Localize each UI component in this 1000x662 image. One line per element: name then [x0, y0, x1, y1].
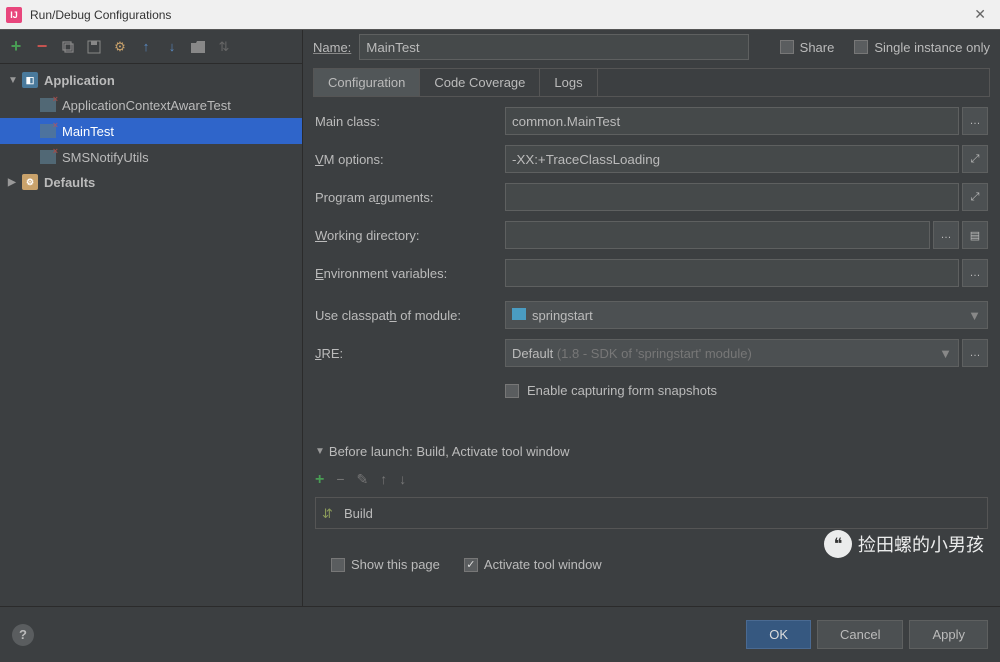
snapshots-label: Enable capturing form snapshots	[527, 383, 717, 398]
window-title: Run/Debug Configurations	[30, 8, 966, 22]
tree-child[interactable]: MainTest	[0, 118, 302, 144]
vm-options-label: VM options:	[315, 152, 505, 167]
move-down-icon[interactable]: ↓	[164, 39, 180, 55]
snapshots-checkbox[interactable]: Enable capturing form snapshots	[315, 377, 988, 404]
expand-arrow-icon: ▼	[8, 75, 22, 86]
expand-button[interactable]: ⤢	[962, 145, 988, 173]
env-vars-label: Environment variables:	[315, 266, 505, 281]
help-button[interactable]: ?	[12, 624, 34, 646]
copy-icon[interactable]	[60, 39, 76, 55]
working-dir-input[interactable]	[505, 221, 930, 249]
tree-child-label: MainTest	[62, 124, 114, 139]
collapse-arrow-icon: ▶	[8, 177, 22, 188]
sort-icon[interactable]: ⇅	[216, 39, 232, 55]
tree-child-label: ApplicationContextAwareTest	[62, 98, 231, 113]
share-checkbox[interactable]: Share	[780, 40, 835, 55]
move-up-icon[interactable]: ↑	[138, 39, 154, 55]
working-dir-label: Working directory:	[315, 228, 505, 243]
show-page-checkbox[interactable]: Show this page	[331, 557, 440, 572]
browse-button[interactable]: …	[933, 221, 959, 249]
expand-button[interactable]: ⤢	[962, 183, 988, 211]
name-label: Name:	[313, 40, 351, 55]
browse-button[interactable]: …	[962, 259, 988, 287]
config-icon	[40, 98, 56, 112]
checkbox-checked-icon: ✓	[464, 558, 478, 572]
browse-button[interactable]: …	[962, 339, 988, 367]
build-icon: ⇵	[322, 506, 336, 520]
add-icon[interactable]: +	[8, 39, 24, 55]
before-launch-toolbar: + − ✎ ↑ ↓	[315, 467, 988, 493]
checkbox-icon	[505, 384, 519, 398]
tree-node-application[interactable]: ▼ ◧ Application	[0, 68, 302, 92]
classpath-label: Use classpath of module:	[315, 308, 505, 323]
before-launch-title: Before launch: Build, Activate tool wind…	[329, 444, 570, 459]
main-panel: Name: Share Single instance only Configu…	[303, 30, 1000, 606]
tree-label: Application	[44, 73, 115, 88]
chevron-down-icon: ▼	[968, 308, 981, 323]
tree-child[interactable]: SMSNotifyUtils	[0, 144, 302, 170]
add-icon[interactable]: +	[315, 471, 324, 489]
main-class-input[interactable]	[505, 107, 959, 135]
single-instance-checkbox[interactable]: Single instance only	[854, 40, 990, 55]
checkbox-icon	[780, 40, 794, 54]
list-button[interactable]: ▤	[962, 221, 988, 249]
single-instance-label: Single instance only	[874, 40, 990, 55]
checkbox-icon	[331, 558, 345, 572]
config-icon	[40, 124, 56, 138]
config-form: Main class: … VM options: ⤢ Program argu…	[313, 97, 990, 582]
env-vars-input[interactable]	[505, 259, 959, 287]
tab-configuration[interactable]: Configuration	[314, 69, 420, 96]
program-args-label: Program arguments:	[315, 190, 505, 205]
sidebar: + − ⚙ ↑ ↓ ⇅ ▼ ◧ Application ApplicationC…	[0, 30, 303, 606]
footer: ? OK Cancel Apply	[0, 606, 1000, 662]
application-icon: ◧	[22, 72, 38, 88]
wrench-icon[interactable]: ⚙	[112, 39, 128, 55]
browse-button[interactable]: …	[962, 107, 988, 135]
activate-window-checkbox[interactable]: ✓ Activate tool window	[464, 557, 602, 572]
folder-icon[interactable]	[190, 39, 206, 55]
ok-button[interactable]: OK	[746, 620, 811, 649]
defaults-icon: ⚙	[22, 174, 38, 190]
remove-icon[interactable]: −	[336, 471, 344, 489]
tree-label: Defaults	[44, 175, 95, 190]
tree-node-defaults[interactable]: ▶ ⚙ Defaults	[0, 170, 302, 194]
tab-logs[interactable]: Logs	[540, 69, 597, 96]
name-input[interactable]	[359, 34, 749, 60]
build-item-label: Build	[344, 506, 373, 521]
classpath-select[interactable]: springstart ▼	[505, 301, 988, 329]
title-bar: IJ Run/Debug Configurations ✕	[0, 0, 1000, 30]
apply-button[interactable]: Apply	[909, 620, 988, 649]
jre-label: JRE:	[315, 346, 505, 361]
before-launch-header[interactable]: ▼ Before launch: Build, Activate tool wi…	[315, 444, 988, 459]
config-tree: ▼ ◧ Application ApplicationContextAwareT…	[0, 64, 302, 606]
expand-arrow-icon: ▼	[315, 446, 325, 457]
tree-child-label: SMSNotifyUtils	[62, 150, 149, 165]
tabs: Configuration Code Coverage Logs	[313, 68, 990, 97]
vm-options-input[interactable]	[505, 145, 959, 173]
jre-select[interactable]: Default (1.8 - SDK of 'springstart' modu…	[505, 339, 959, 367]
sidebar-toolbar: + − ⚙ ↑ ↓ ⇅	[0, 30, 302, 64]
close-icon[interactable]: ✕	[966, 6, 994, 23]
cancel-button[interactable]: Cancel	[817, 620, 903, 649]
config-icon	[40, 150, 56, 164]
tree-child[interactable]: ApplicationContextAwareTest	[0, 92, 302, 118]
app-icon: IJ	[6, 7, 22, 23]
save-icon[interactable]	[86, 39, 102, 55]
chevron-down-icon: ▼	[939, 346, 952, 361]
main-class-label: Main class:	[315, 114, 505, 129]
move-down-icon[interactable]: ↓	[399, 471, 406, 489]
remove-icon[interactable]: −	[34, 39, 50, 55]
checkbox-icon	[854, 40, 868, 54]
move-up-icon[interactable]: ↑	[380, 471, 387, 489]
show-page-label: Show this page	[351, 557, 440, 572]
edit-icon[interactable]: ✎	[357, 471, 369, 489]
share-label: Share	[800, 40, 835, 55]
activate-window-label: Activate tool window	[484, 557, 602, 572]
before-launch-list[interactable]: ⇵ Build	[315, 497, 988, 529]
program-args-input[interactable]	[505, 183, 959, 211]
tab-code-coverage[interactable]: Code Coverage	[420, 69, 540, 96]
module-icon	[512, 308, 526, 320]
